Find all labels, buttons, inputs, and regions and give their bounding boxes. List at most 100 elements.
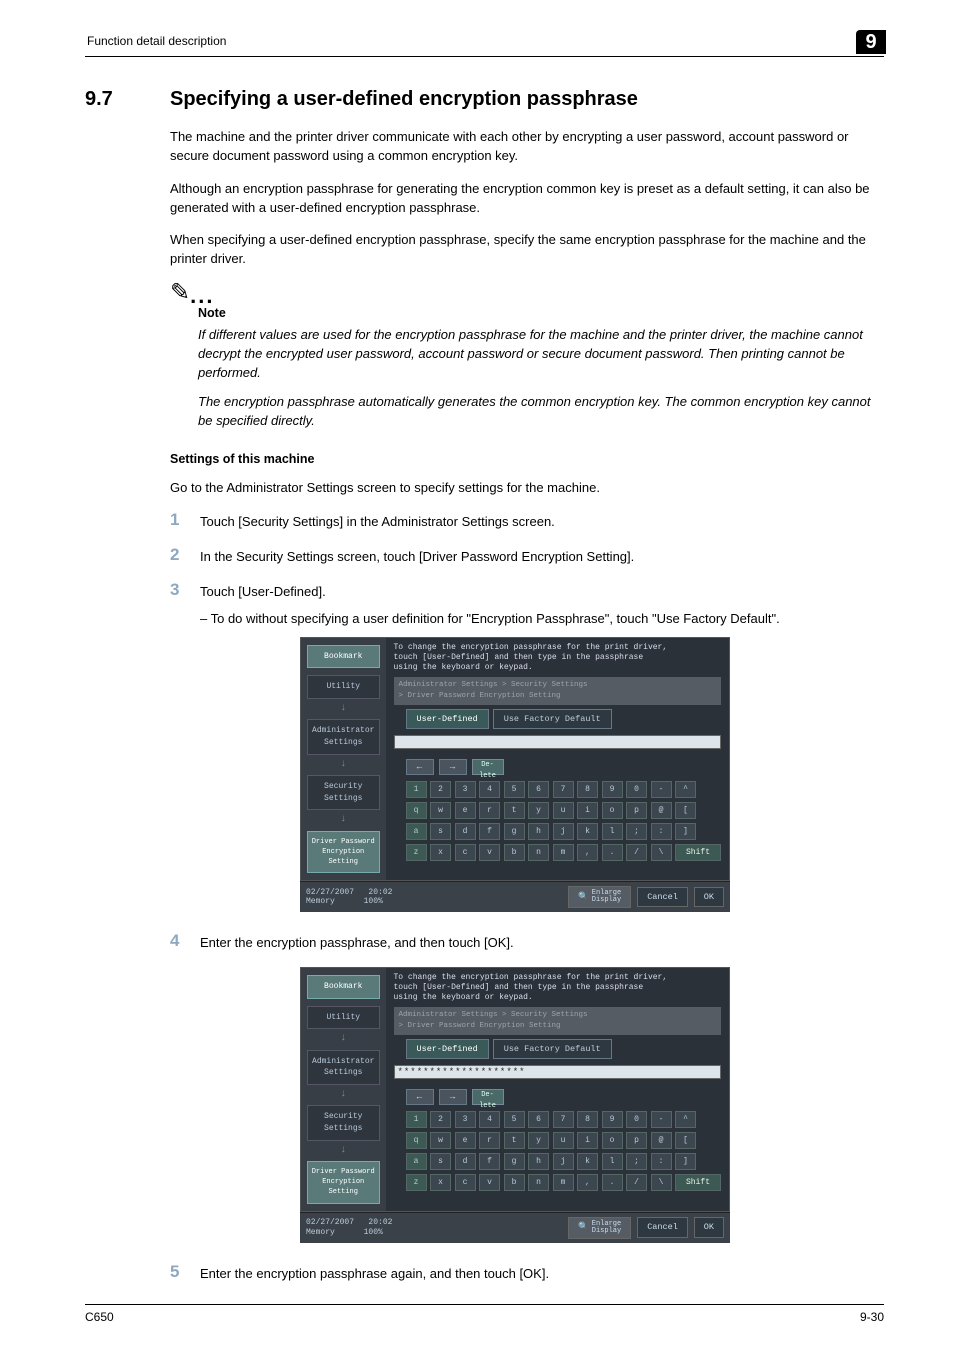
bookmark-button[interactable]: Bookmark	[307, 645, 380, 669]
key-button[interactable]: -	[651, 1111, 672, 1128]
driver-pw-enc-button[interactable]: Driver Password Encryption Setting	[307, 831, 380, 873]
key-button[interactable]: 6	[528, 1111, 549, 1128]
utility-button[interactable]: Utility	[307, 1006, 380, 1030]
key-button[interactable]: z	[406, 844, 427, 861]
key-button[interactable]: /	[626, 1174, 647, 1191]
key-button[interactable]: 1	[406, 781, 427, 798]
key-button[interactable]: @	[651, 802, 672, 819]
key-button[interactable]: 8	[577, 781, 598, 798]
driver-pw-enc-button[interactable]: Driver Password Encryption Setting	[307, 1161, 380, 1203]
key-button[interactable]: x	[430, 1174, 451, 1191]
key-button[interactable]: q	[406, 1132, 427, 1149]
key-button[interactable]: 4	[479, 1111, 500, 1128]
key-button[interactable]: v	[479, 844, 500, 861]
delete-button[interactable]: De- lete	[472, 759, 504, 775]
key-button[interactable]: e	[455, 1132, 476, 1149]
key-button[interactable]: n	[528, 844, 549, 861]
ok-button[interactable]: OK	[694, 1217, 724, 1237]
key-button[interactable]: c	[455, 1174, 476, 1191]
key-button[interactable]: 8	[577, 1111, 598, 1128]
key-button[interactable]: k	[577, 1153, 598, 1170]
passphrase-input[interactable]: ********************	[394, 1065, 722, 1079]
key-button[interactable]: \	[651, 1174, 672, 1191]
key-button[interactable]: j	[553, 823, 574, 840]
key-button[interactable]: ]	[675, 823, 696, 840]
key-button[interactable]: c	[455, 844, 476, 861]
shift-button[interactable]: Shift	[675, 844, 721, 861]
key-button[interactable]: l	[602, 823, 623, 840]
key-button[interactable]: e	[455, 802, 476, 819]
key-button[interactable]: y	[528, 1132, 549, 1149]
key-button[interactable]: a	[406, 1153, 427, 1170]
key-button[interactable]: 5	[504, 781, 525, 798]
key-button[interactable]: p	[626, 802, 647, 819]
shift-button[interactable]: Shift	[675, 1174, 721, 1191]
key-button[interactable]: z	[406, 1174, 427, 1191]
key-button[interactable]: d	[455, 823, 476, 840]
key-button[interactable]: x	[430, 844, 451, 861]
key-button[interactable]: ]	[675, 1153, 696, 1170]
utility-button[interactable]: Utility	[307, 675, 380, 699]
key-button[interactable]: .	[602, 1174, 623, 1191]
key-button[interactable]: /	[626, 844, 647, 861]
arrow-left-icon[interactable]: ←	[406, 759, 434, 775]
key-button[interactable]: m	[553, 844, 574, 861]
key-button[interactable]: [	[675, 802, 696, 819]
key-button[interactable]: :	[651, 823, 672, 840]
passphrase-input[interactable]	[394, 735, 722, 749]
key-button[interactable]: k	[577, 823, 598, 840]
key-button[interactable]: p	[626, 1132, 647, 1149]
admin-settings-button[interactable]: Administrator Settings	[307, 719, 380, 754]
key-button[interactable]: 7	[553, 1111, 574, 1128]
key-button[interactable]: g	[504, 823, 525, 840]
key-button[interactable]: s	[430, 823, 451, 840]
bookmark-button[interactable]: Bookmark	[307, 975, 380, 999]
key-button[interactable]: q	[406, 802, 427, 819]
key-button[interactable]: h	[528, 823, 549, 840]
key-button[interactable]: d	[455, 1153, 476, 1170]
key-button[interactable]: 9	[602, 781, 623, 798]
key-button[interactable]: u	[553, 802, 574, 819]
key-button[interactable]: r	[479, 1132, 500, 1149]
key-button[interactable]: ;	[626, 1153, 647, 1170]
security-settings-button[interactable]: Security Settings	[307, 1105, 380, 1140]
key-button[interactable]: 4	[479, 781, 500, 798]
key-button[interactable]: n	[528, 1174, 549, 1191]
key-button[interactable]: 2	[430, 1111, 451, 1128]
tab-user-defined[interactable]: User-Defined	[406, 1039, 489, 1059]
key-button[interactable]: 0	[626, 1111, 647, 1128]
cancel-button[interactable]: Cancel	[637, 1217, 688, 1237]
key-button[interactable]: j	[553, 1153, 574, 1170]
security-settings-button[interactable]: Security Settings	[307, 775, 380, 810]
key-button[interactable]: 9	[602, 1111, 623, 1128]
arrow-left-icon[interactable]: ←	[406, 1089, 434, 1105]
tab-user-defined[interactable]: User-Defined	[406, 709, 489, 729]
key-button[interactable]: 7	[553, 781, 574, 798]
key-button[interactable]: 0	[626, 781, 647, 798]
key-button[interactable]: a	[406, 823, 427, 840]
key-button[interactable]: u	[553, 1132, 574, 1149]
key-button[interactable]: v	[479, 1174, 500, 1191]
key-button[interactable]: 3	[455, 781, 476, 798]
key-button[interactable]: -	[651, 781, 672, 798]
admin-settings-button[interactable]: Administrator Settings	[307, 1050, 380, 1085]
key-button[interactable]: s	[430, 1153, 451, 1170]
key-button[interactable]: f	[479, 1153, 500, 1170]
key-button[interactable]: ;	[626, 823, 647, 840]
key-button[interactable]: m	[553, 1174, 574, 1191]
key-button[interactable]: @	[651, 1132, 672, 1149]
key-button[interactable]: g	[504, 1153, 525, 1170]
key-button[interactable]: l	[602, 1153, 623, 1170]
key-button[interactable]: :	[651, 1153, 672, 1170]
key-button[interactable]: 5	[504, 1111, 525, 1128]
key-button[interactable]: .	[602, 844, 623, 861]
key-button[interactable]: ^	[675, 1111, 696, 1128]
key-button[interactable]: t	[504, 802, 525, 819]
key-button[interactable]: r	[479, 802, 500, 819]
key-button[interactable]: b	[504, 844, 525, 861]
tab-factory-default[interactable]: Use Factory Default	[493, 1039, 612, 1059]
arrow-right-icon[interactable]: →	[439, 1089, 467, 1105]
key-button[interactable]: ,	[577, 844, 598, 861]
enlarge-display-button[interactable]: 🔍Enlarge Display	[568, 886, 631, 908]
key-button[interactable]: h	[528, 1153, 549, 1170]
